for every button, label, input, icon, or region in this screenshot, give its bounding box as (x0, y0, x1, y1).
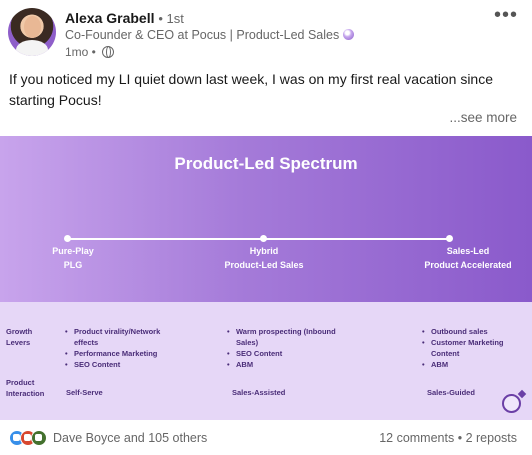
pocus-logo-icon (502, 394, 521, 413)
lever-item-continued: Sales) (236, 338, 259, 347)
interaction-plg: Self-Serve (66, 388, 103, 397)
spectrum-label-sales-led: Sales-Led Product Accelerated (412, 244, 524, 272)
post-meta: 1mo • (65, 45, 115, 59)
lever-item: Performance Marketing (65, 348, 185, 359)
interaction-sales-led: Sales-Guided (427, 388, 475, 397)
spectrum-label-hybrid: Hybrid Product-Led Sales (204, 244, 324, 272)
lever-item: ABM (422, 359, 522, 370)
globe-icon (102, 46, 115, 58)
spectrum-line (67, 238, 450, 240)
spectrum-label-line: Hybrid (249, 246, 279, 256)
avatar-body (16, 40, 48, 56)
author-avatar[interactable] (8, 8, 56, 56)
spectrum-dot-middle (260, 235, 267, 242)
lever-item-continued: effects (74, 338, 99, 347)
graphic-title: Product-Led Spectrum (174, 154, 358, 173)
row-label-line: Levers (6, 338, 31, 347)
spectrum-label-line: PLG (63, 260, 83, 270)
connection-degree: • 1st (158, 11, 184, 26)
reaction-icons[interactable] (9, 430, 49, 446)
lever-item: Outbound sales (422, 326, 522, 337)
spectrum-label-line: Product-Led Sales (224, 260, 304, 270)
row-label-line: Growth (6, 327, 33, 336)
row-label-line: Interaction (6, 389, 45, 398)
interaction-hybrid: Sales-Assisted (232, 388, 286, 397)
lever-item: Warm prospecting (Inbound (227, 326, 357, 337)
spectrum-label-line: Sales-Led (446, 246, 490, 256)
levers-list-sales-led: Outbound sales Customer Marketing Conten… (422, 326, 522, 370)
post-time: 1mo • (65, 45, 96, 59)
more-options-icon[interactable]: ••• (494, 4, 518, 27)
levers-list-plg: Product virality/Network effects Perform… (65, 326, 185, 370)
post-image[interactable]: Product-Led Spectrum Pure-Play PLG Hybri… (0, 136, 532, 420)
product-interaction-label: Product Interaction (6, 377, 44, 399)
lever-item: Product virality/Network (65, 326, 185, 337)
post-text: If you noticed my LI quiet down last wee… (9, 71, 493, 108)
support-icon (31, 430, 47, 446)
spectrum-label-line: Pure-Play (52, 246, 94, 256)
author-name-line: Alexa Grabell • 1st (65, 10, 184, 26)
spectrum-details: Growth Levers Product Interaction Produc… (0, 302, 532, 420)
author-headline: Co-Founder & CEO at Pocus | Product-Led … (65, 28, 355, 42)
social-counts: Dave Boyce and 105 others 12 comments • … (0, 420, 532, 455)
row-label-line: Product (6, 378, 35, 387)
lever-item: ABM (227, 359, 357, 370)
author-name[interactable]: Alexa Grabell (65, 10, 155, 26)
spectrum-label-pure-play: Pure-Play PLG (38, 244, 108, 272)
author-headline-text: Co-Founder & CEO at Pocus | Product-Led … (65, 28, 340, 42)
engagement-stats: 12 comments • 2 reposts (379, 431, 517, 445)
see-more-link[interactable]: ...see more (449, 110, 517, 125)
levers-list-hybrid: Warm prospecting (Inbound Sales) SEO Con… (227, 326, 357, 370)
lever-item: Customer Marketing (422, 337, 522, 348)
reposts-link[interactable]: 2 reposts (466, 431, 517, 445)
lever-item: SEO Content (65, 359, 185, 370)
reactions-summary[interactable]: Dave Boyce and 105 others (53, 431, 207, 445)
growth-levers-label: Growth Levers (6, 326, 32, 348)
spectrum-dot-left (64, 235, 71, 242)
spectrum-label-line: Product Accelerated (424, 260, 512, 270)
comments-link[interactable]: 12 comments (379, 431, 454, 445)
spectrum-banner: Product-Led Spectrum Pure-Play PLG Hybri… (0, 136, 532, 302)
crystal-ball-icon (343, 29, 355, 40)
stats-separator: • (457, 431, 463, 445)
post-header: Alexa Grabell • 1st Co-Founder & CEO at … (0, 0, 532, 64)
lever-item-continued: Content (431, 349, 460, 358)
avatar-face (24, 16, 41, 38)
lever-item: SEO Content (227, 348, 357, 359)
spectrum-dot-right (446, 235, 453, 242)
